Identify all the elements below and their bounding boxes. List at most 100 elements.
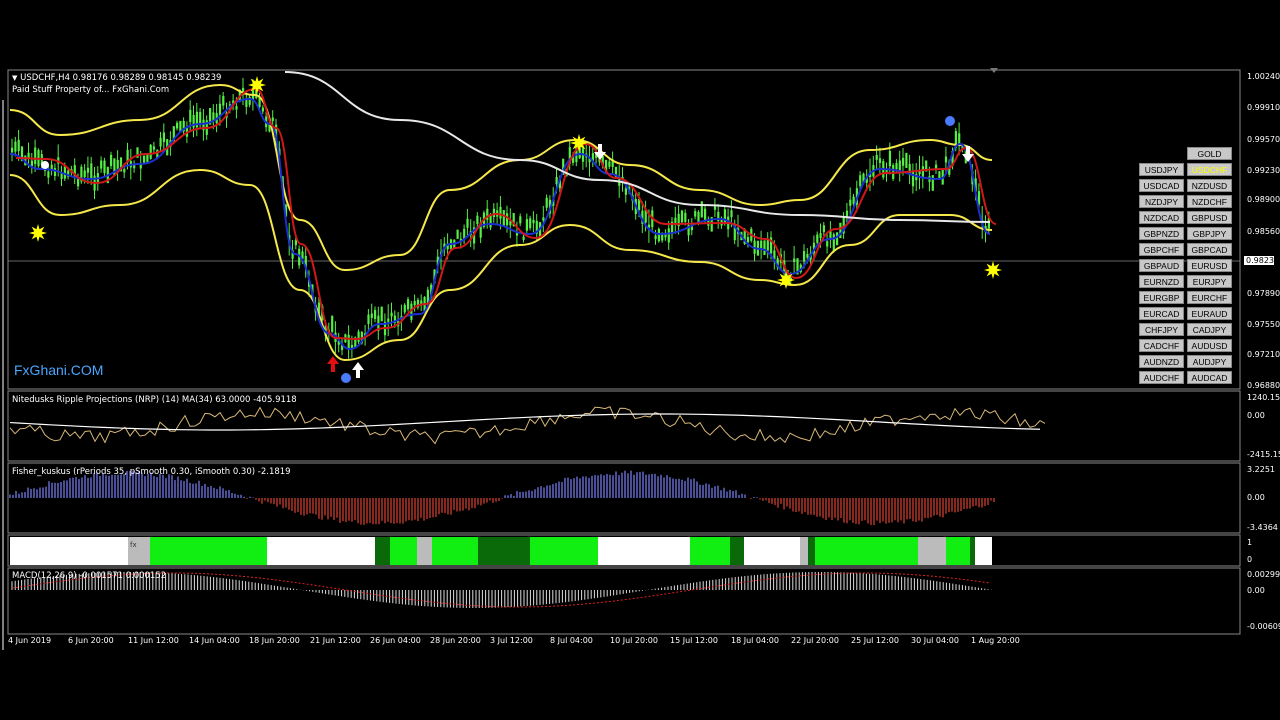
symbol-button-nzdcad[interactable]: NZDCAD xyxy=(1139,211,1184,224)
symbol-button-gbpnzd[interactable]: GBPNZD xyxy=(1139,227,1184,240)
candle-body xyxy=(17,139,20,152)
candle-body xyxy=(624,188,627,195)
candle-body xyxy=(766,240,769,251)
nrp-axis-label: 0.00 xyxy=(1247,411,1265,420)
candle-body xyxy=(849,199,852,206)
symbol-button-audnzd[interactable]: AUDNZD xyxy=(1139,355,1184,368)
time-axis-label: 22 Jul 20:00 xyxy=(791,636,839,645)
fisher-axis-label: -3.4364 xyxy=(1247,523,1278,532)
candle-body xyxy=(387,318,390,322)
candle-body xyxy=(806,253,809,258)
symbol-button-eurcad[interactable]: EURCAD xyxy=(1139,307,1184,320)
symbol-button-cadchf[interactable]: CADCHF xyxy=(1139,339,1184,352)
symbol-button-eurgbp[interactable]: EURGBP xyxy=(1139,291,1184,304)
candle-body xyxy=(271,117,274,121)
signal-star-icon xyxy=(570,134,588,152)
candle-body xyxy=(667,228,670,243)
symbol-button-audusd[interactable]: AUDUSD xyxy=(1187,339,1232,352)
macd-panel xyxy=(7,567,1241,635)
candle-body xyxy=(684,212,687,222)
symbol-button-eurchf[interactable]: EURCHF xyxy=(1187,291,1232,304)
candle-body xyxy=(931,175,934,191)
candle-body xyxy=(499,206,502,219)
signal-strip-segment xyxy=(800,537,808,565)
chart-canvas[interactable] xyxy=(0,0,1280,720)
signal-strip-segment xyxy=(150,537,267,565)
candle-body xyxy=(146,154,149,163)
symbol-button-gbpjpy[interactable]: GBPJPY xyxy=(1187,227,1232,240)
candle-body xyxy=(674,217,677,223)
symbol-button-audjpy[interactable]: AUDJPY xyxy=(1187,355,1232,368)
candle-body xyxy=(456,229,459,239)
nrp-axis-label: -2415.15 xyxy=(1247,450,1280,459)
time-axis-label: 25 Jul 12:00 xyxy=(851,636,899,645)
signal-strip-segment xyxy=(970,537,975,565)
candle-body xyxy=(27,152,30,158)
symbol-button-nzdusd[interactable]: NZDUSD xyxy=(1187,179,1232,192)
candle-body xyxy=(294,240,297,246)
candle-body xyxy=(826,241,829,247)
candle-body xyxy=(522,236,525,240)
price-axis-label: 0.98560 xyxy=(1247,227,1280,236)
nrp-title: Nitedusks Ripple Projections (NRP) (14) … xyxy=(12,395,297,405)
blue-signal-icon xyxy=(341,373,351,383)
symbol-button-gbpcad[interactable]: GBPCAD xyxy=(1187,243,1232,256)
time-axis-label: 14 Jun 04:00 xyxy=(189,636,240,645)
signal-strip-segment xyxy=(744,537,800,565)
symbol-button-nzdjpy[interactable]: NZDJPY xyxy=(1139,195,1184,208)
candle-body xyxy=(529,218,532,228)
symbol-button-chfjpy[interactable]: CHFJPY xyxy=(1139,323,1184,336)
candle-body xyxy=(123,169,126,173)
candle-body xyxy=(502,210,505,227)
symbol-button-eurusd[interactable]: EURUSD xyxy=(1187,259,1232,272)
time-axis-label: 8 Jul 04:00 xyxy=(550,636,593,645)
symbol-button-nzdchf[interactable]: NZDCHF xyxy=(1187,195,1232,208)
macd-axis-label: 0.002999 xyxy=(1247,570,1280,579)
symbol-button-cadjpy[interactable]: CADJPY xyxy=(1187,323,1232,336)
time-axis-label: 11 Jun 12:00 xyxy=(128,636,179,645)
time-axis-label: 28 Jun 20:00 xyxy=(430,636,481,645)
symbol-button-gbpusd[interactable]: GBPUSD xyxy=(1187,211,1232,224)
symbol-button-euraud[interactable]: EURAUD xyxy=(1187,307,1232,320)
candle-body xyxy=(680,210,684,223)
signal-strip-segment xyxy=(478,537,530,565)
price-axis-label: 0.96880 xyxy=(1247,381,1280,390)
time-axis-label: 1 Aug 20:00 xyxy=(971,636,1020,645)
candle-body xyxy=(836,232,839,246)
candle-body xyxy=(700,201,703,218)
symbol-button-usdchf[interactable]: USDCHF xyxy=(1187,163,1232,176)
candle-body xyxy=(763,240,766,256)
time-axis-label: 18 Jul 04:00 xyxy=(731,636,779,645)
candle-body xyxy=(30,160,33,167)
candle-body xyxy=(895,163,898,170)
signal-star-icon xyxy=(29,224,47,242)
symbol-button-audchf[interactable]: AUDCHF xyxy=(1139,371,1184,384)
dropdown-triangle-icon[interactable]: ▼ xyxy=(12,74,17,82)
symbol-button-eurjpy[interactable]: EURJPY xyxy=(1187,275,1232,288)
candle-body xyxy=(832,234,835,252)
candle-body xyxy=(357,331,360,342)
symbol-button-usdcad[interactable]: USDCAD xyxy=(1139,179,1184,192)
signal-strip-segment xyxy=(815,537,918,565)
candle-body xyxy=(532,219,535,224)
candle-body xyxy=(367,314,370,325)
price-axis-label: 0.99910 xyxy=(1247,103,1280,112)
symbol-button-audcad[interactable]: AUDCAD xyxy=(1187,371,1232,384)
strip-axis-label: 1 xyxy=(1247,538,1253,547)
symbol-button-gbpaud[interactable]: GBPAUD xyxy=(1139,259,1184,272)
symbol-button-eurnzd[interactable]: EURNZD xyxy=(1139,275,1184,288)
symbol-button-gold[interactable]: GOLD xyxy=(1187,147,1232,160)
candle-body xyxy=(506,213,509,226)
candle-body xyxy=(103,160,106,174)
signal-strip-segment xyxy=(730,537,744,565)
candle-body xyxy=(374,309,377,319)
fisher-title: Fisher_kuskus (rPeriods 35, pSmooth 0.30… xyxy=(12,467,291,477)
symbol-info: ▼ USDCHF,H4 0.98176 0.98289 0.98145 0.98… xyxy=(12,73,221,83)
symbol-button-usdjpy[interactable]: USDJPY xyxy=(1139,163,1184,176)
candle-body xyxy=(878,158,882,163)
candle-body xyxy=(845,210,849,217)
candle-body xyxy=(829,231,832,238)
symbol-button-gbpchf[interactable]: GBPCHF xyxy=(1139,243,1184,256)
candle-body xyxy=(793,258,796,262)
chart-shift-marker-icon[interactable] xyxy=(990,68,998,73)
